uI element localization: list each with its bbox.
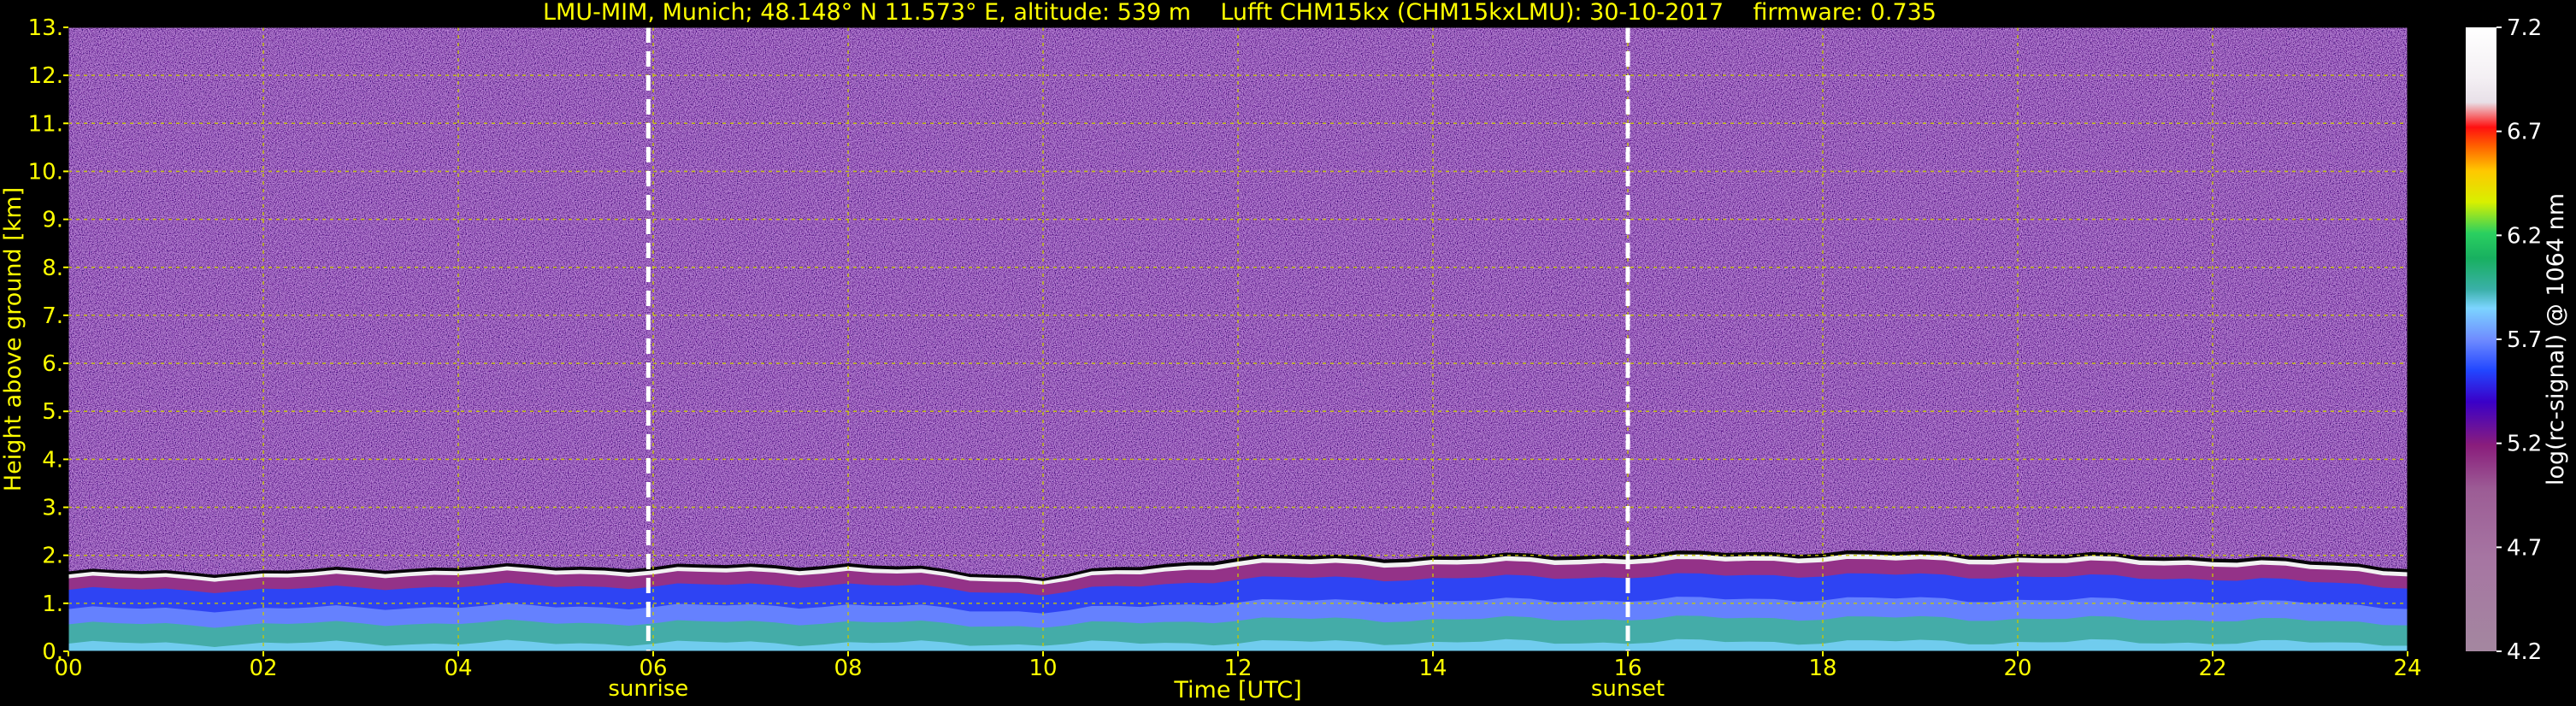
colorbar-tick-label: 4.2 <box>2507 639 2542 665</box>
y-tick-label: 1. <box>42 591 63 617</box>
x-tick-label: 04 <box>444 656 472 681</box>
y-axis-label: Height above ground [km] <box>0 187 27 491</box>
colorbar <box>2466 27 2496 651</box>
colorbar-label: log(rc-signal) @ 1064 nm <box>2543 193 2569 485</box>
y-tick-label: 6. <box>42 351 63 377</box>
colorbar-tick-label: 4.7 <box>2507 535 2542 561</box>
x-tick-label: 02 <box>249 656 277 681</box>
y-tick-label: 4. <box>42 447 63 473</box>
colorbar-tick-label: 6.7 <box>2507 120 2542 145</box>
y-axis: 0. 1. 2. 3. 4. 5. 6. 7. 8. 9. 10. 11. 12. 13. <box>28 15 68 665</box>
x-tick-label: 18 <box>1808 656 1836 681</box>
chart-title: LMU-MIM, Munich; 48.148° N 11.573° E, al… <box>543 0 1936 26</box>
plot-area <box>68 27 2408 651</box>
y-tick-label: 0. <box>42 639 63 665</box>
y-tick-label: 3. <box>42 496 63 521</box>
y-tick-label: 10. <box>28 159 63 185</box>
y-tick-label: 5. <box>42 399 63 425</box>
y-tick-label: 7. <box>42 303 63 329</box>
colorbar-tick-label: 7.2 <box>2507 15 2542 41</box>
ceilometer-chart: LMU-MIM, Munich; 48.148° N 11.573° E, al… <box>0 0 2569 703</box>
y-tick-label: 2. <box>42 544 63 569</box>
colorbar-ticks: 4.2 4.7 5.2 5.7 6.2 6.7 7.2 <box>2496 15 2542 665</box>
y-tick-label: 9. <box>42 208 63 233</box>
colorbar-tick-label: 5.7 <box>2507 327 2542 353</box>
y-tick-label: 11. <box>28 111 63 137</box>
y-tick-label: 13. <box>28 15 63 41</box>
x-tick-label: 20 <box>2003 656 2031 681</box>
x-tick-label: 22 <box>2198 656 2226 681</box>
x-tick-label: 24 <box>2393 656 2421 681</box>
marker-labels: sunrise sunset <box>608 676 1665 702</box>
x-tick-label: 08 <box>834 656 862 681</box>
x-tick-label: 10 <box>1029 656 1057 681</box>
marker-label-sunset: sunset <box>1591 676 1665 702</box>
x-tick-label: 14 <box>1418 656 1447 681</box>
y-tick-label: 12. <box>28 63 63 89</box>
colorbar-tick-label: 5.2 <box>2507 432 2542 457</box>
y-tick-label: 8. <box>42 256 63 281</box>
x-axis-label: Time [UTC] <box>1173 677 1301 703</box>
marker-label-sunrise: sunrise <box>608 676 688 702</box>
colorbar-tick-label: 6.2 <box>2507 223 2542 249</box>
